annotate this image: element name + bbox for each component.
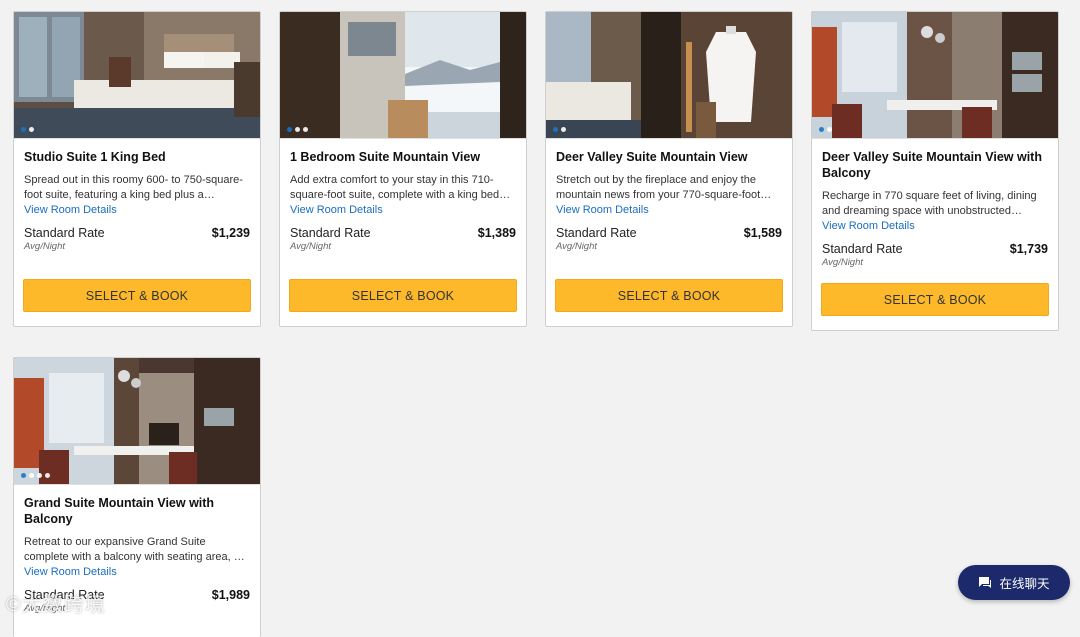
select-and-book-button[interactable]: SELECT & BOOK <box>555 279 783 312</box>
room-card: Grand Suite Mountain View with Balcony R… <box>13 357 261 637</box>
rate-row: Standard Rate $1,739 <box>822 242 1048 256</box>
carousel-dot[interactable] <box>21 127 26 132</box>
room-title: Deer Valley Suite Mountain View <box>556 150 748 164</box>
live-chat-button[interactable]: 在线聊天 <box>958 565 1070 600</box>
carousel-dot[interactable] <box>45 473 50 478</box>
view-room-details-link[interactable]: View Room Details <box>24 565 250 579</box>
rate-price: $1,739 <box>1009 242 1048 256</box>
rate-label: Standard Rate <box>24 588 105 602</box>
rate-label: Standard Rate <box>822 242 903 256</box>
room-card: 1 Bedroom Suite Mountain View Add extra … <box>279 11 527 327</box>
view-room-details-link[interactable]: View Room Details <box>556 203 782 217</box>
select-and-book-button[interactable]: SELECT & BOOK <box>821 283 1049 316</box>
live-chat-label: 在线聊天 <box>999 577 1050 591</box>
carousel-dot[interactable] <box>819 127 824 132</box>
rate-price: $1,239 <box>211 226 250 240</box>
rate-label: Standard Rate <box>290 226 371 240</box>
room-card: Deer Valley Suite Mountain View Stretch … <box>545 11 793 327</box>
room-title: Studio Suite 1 King Bed <box>24 150 166 164</box>
room-photo[interactable] <box>14 358 260 485</box>
photo-carousel-dots[interactable] <box>819 127 832 132</box>
carousel-dot[interactable] <box>29 473 34 478</box>
carousel-dot[interactable] <box>21 473 26 478</box>
carousel-dot[interactable] <box>295 127 300 132</box>
photo-carousel-dots[interactable] <box>21 473 50 478</box>
photo-carousel-dots[interactable] <box>21 127 34 132</box>
carousel-dot[interactable] <box>287 127 292 132</box>
avg-night-label: Avg/Night <box>290 241 332 252</box>
rate-price: $1,989 <box>211 588 250 602</box>
room-description: Spread out in this roomy 600- to 750-squ… <box>24 174 243 201</box>
room-card: Studio Suite 1 King Bed Spread out in th… <box>13 11 261 327</box>
carousel-dot[interactable] <box>827 127 832 132</box>
rate-row: Standard Rate $1,989 <box>24 588 250 602</box>
rate-row: Standard Rate $1,389 <box>290 226 516 240</box>
room-title: Grand Suite Mountain View with Balcony <box>24 496 215 526</box>
carousel-dot[interactable] <box>37 473 42 478</box>
avg-night-label: Avg/Night <box>556 241 598 252</box>
avg-night-label: Avg/Night <box>24 603 66 614</box>
room-photo[interactable] <box>280 12 526 139</box>
photo-carousel-dots[interactable] <box>287 127 308 132</box>
rate-price: $1,389 <box>477 226 516 240</box>
rate-label: Standard Rate <box>24 226 105 240</box>
room-photo[interactable] <box>812 12 1058 139</box>
room-title: Deer Valley Suite Mountain View with Bal… <box>822 150 1042 180</box>
rate-price: $1,589 <box>743 226 782 240</box>
room-card: Deer Valley Suite Mountain View with Bal… <box>811 11 1059 331</box>
avg-night-label: Avg/Night <box>822 257 864 268</box>
carousel-dot[interactable] <box>561 127 566 132</box>
rate-row: Standard Rate $1,589 <box>556 226 782 240</box>
room-photo[interactable] <box>546 12 792 139</box>
room-photo[interactable] <box>14 12 260 139</box>
carousel-dot[interactable] <box>553 127 558 132</box>
select-and-book-button[interactable]: SELECT & BOOK <box>289 279 517 312</box>
room-description: Add extra comfort to your stay in this 7… <box>290 174 511 201</box>
select-and-book-button[interactable]: SELECT & BOOK <box>23 279 251 312</box>
view-room-details-link[interactable]: View Room Details <box>24 203 250 217</box>
room-description: Recharge in 770 square feet of living, d… <box>822 190 1037 217</box>
view-room-details-link[interactable]: View Room Details <box>290 203 516 217</box>
carousel-dot[interactable] <box>29 127 34 132</box>
rate-row: Standard Rate $1,239 <box>24 226 250 240</box>
carousel-dot[interactable] <box>303 127 308 132</box>
room-title: 1 Bedroom Suite Mountain View <box>290 150 481 164</box>
room-description: Retreat to our expansive Grand Suite com… <box>24 536 245 563</box>
avg-night-label: Avg/Night <box>24 241 66 252</box>
chat-bubble-icon <box>979 577 992 588</box>
view-room-details-link[interactable]: View Room Details <box>822 219 1048 233</box>
room-grid: Studio Suite 1 King Bed Spread out in th… <box>13 11 1073 637</box>
rate-label: Standard Rate <box>556 226 637 240</box>
room-description: Stretch out by the fireplace and enjoy t… <box>556 174 772 201</box>
photo-carousel-dots[interactable] <box>553 127 566 132</box>
